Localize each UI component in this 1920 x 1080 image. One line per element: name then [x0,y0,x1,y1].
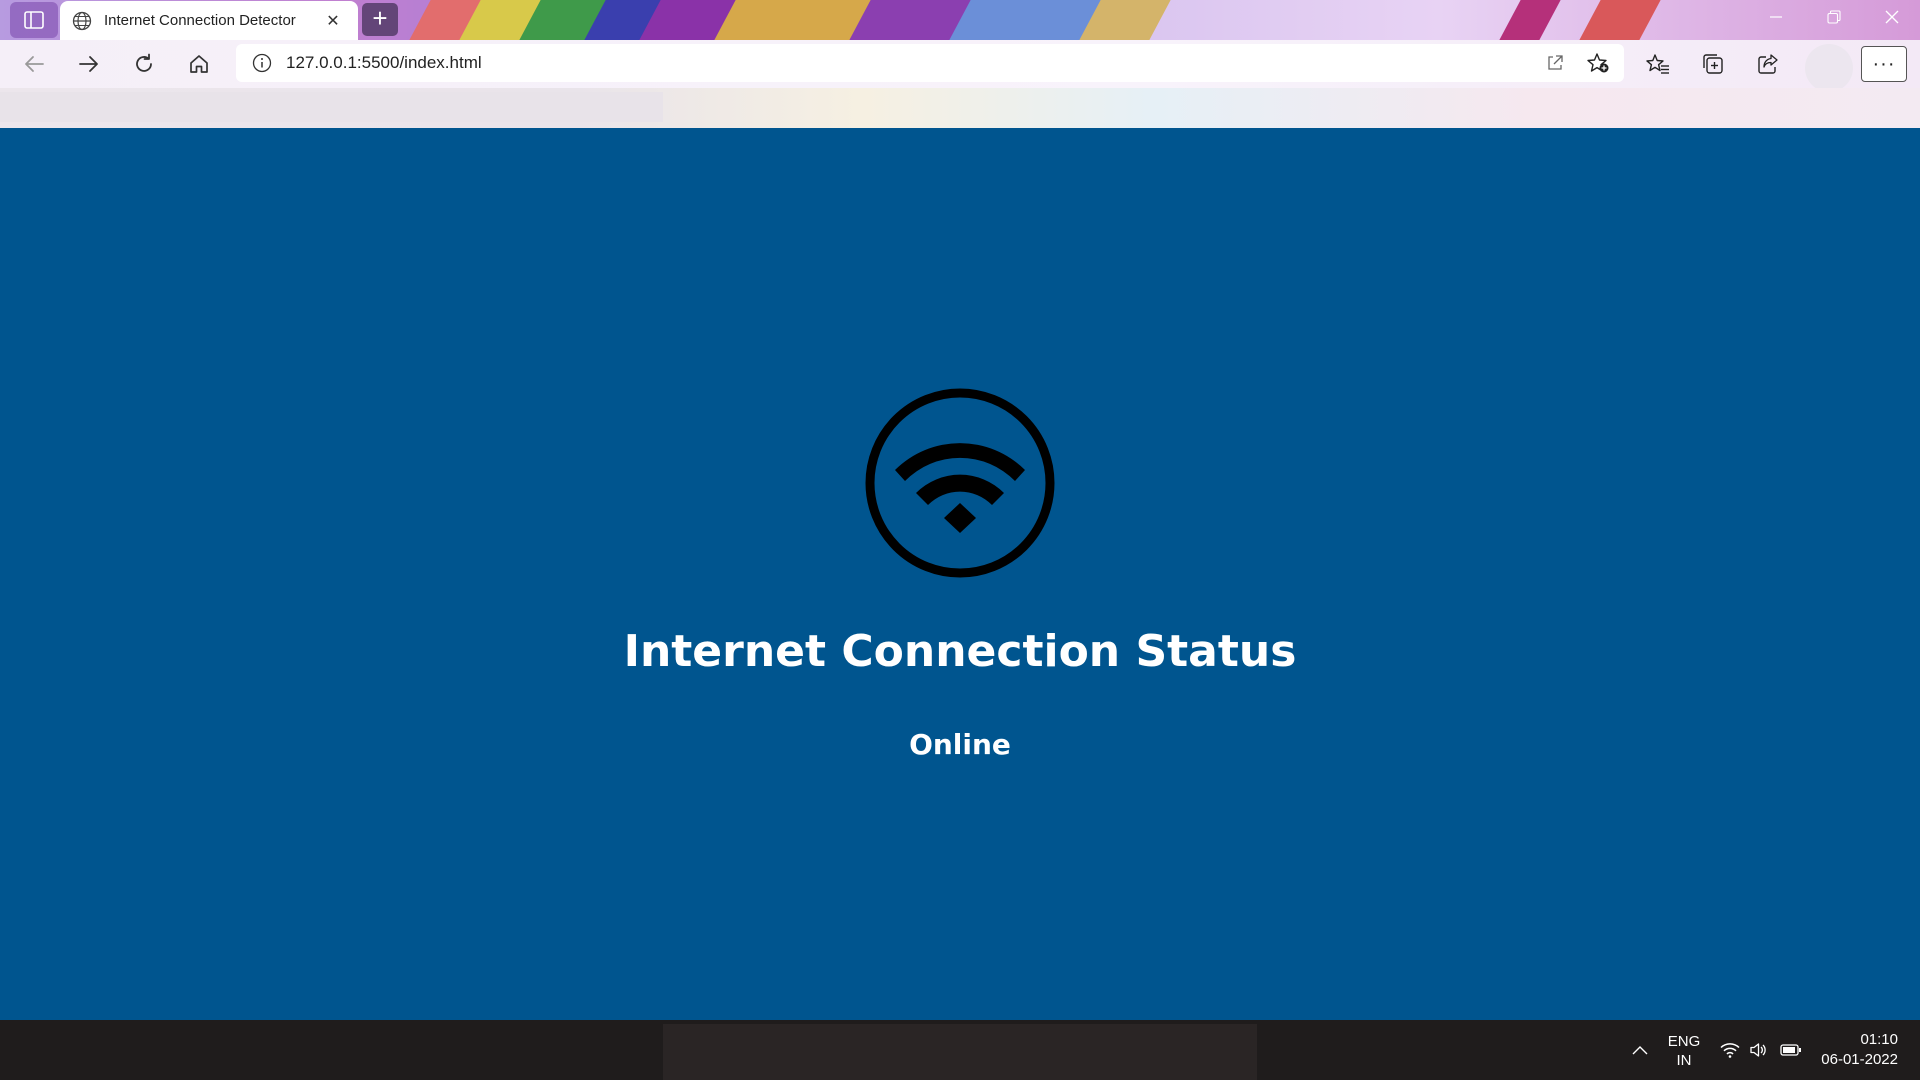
tab-title: Internet Connection Detector [104,12,296,29]
page-title: Internet Connection Status [623,626,1297,677]
home-button[interactable] [179,46,219,82]
forward-arrow-icon [79,56,98,72]
favorites-button[interactable] [1638,46,1678,82]
globe-icon [72,11,92,30]
battery-icon [1780,1044,1801,1056]
close-icon [1885,10,1899,24]
show-hidden-icons-button[interactable] [1628,1040,1652,1060]
page-content: Internet Connection Status Online [0,128,1920,1020]
collections-button[interactable] [1693,46,1733,82]
language-indicator[interactable]: ENG IN [1662,1032,1706,1070]
settings-more-button[interactable]: ··· [1861,46,1907,82]
refresh-button[interactable] [124,46,164,82]
open-in-app-icon[interactable] [1546,54,1564,72]
address-url[interactable]: 127.0.0.1:5500/index.html [286,53,482,73]
wallpaper-stripe [1568,0,1672,40]
share-button[interactable] [1748,46,1788,82]
speaker-icon [1750,1043,1766,1057]
restore-button[interactable] [1814,6,1854,34]
volume-tray-button[interactable] [1746,1040,1770,1060]
wifi-tray-icon [1720,1043,1740,1058]
add-favorite-icon[interactable] [1586,52,1610,74]
network-tray-button[interactable] [1718,1040,1742,1060]
favorites-icon [1646,54,1669,74]
browser-tab[interactable]: Internet Connection Detector ✕ [60,1,358,40]
profile-avatar[interactable] [1805,44,1853,92]
close-tab-icon[interactable]: ✕ [322,11,344,31]
tab-actions-button[interactable] [10,2,58,38]
back-button[interactable] [14,46,54,82]
collections-icon [1703,54,1723,74]
clock-date: 06-01-2022 [1821,1051,1898,1068]
language-code: ENG [1667,1033,1701,1050]
clock-time: 01:10 [1860,1031,1898,1048]
tab-actions-icon [24,11,44,29]
minimize-button[interactable] [1756,6,1796,34]
home-icon [190,55,208,73]
new-tab-button[interactable]: + [362,3,398,36]
address-bar[interactable]: 127.0.0.1:5500/index.html [236,44,1624,82]
minimize-icon [1770,16,1782,18]
wifi-icon [865,388,1055,578]
chevron-up-icon [1632,1046,1648,1055]
taskbar-apps-area [663,1024,1257,1080]
refresh-icon [136,53,152,72]
browser-toolbar: 127.0.0.1:5500/index.html ··· [0,40,1920,92]
taskbar: ENG IN 01:10 06-01-2022 [0,1020,1920,1080]
wallpaper-stripe [1488,0,1572,40]
forward-button[interactable] [69,46,109,82]
title-bar: Internet Connection Detector ✕ + [0,0,1920,40]
close-window-button[interactable] [1872,6,1912,34]
info-icon[interactable] [252,53,272,73]
favorites-bar-area [0,92,663,122]
region-code: IN [1676,1052,1692,1069]
favorites-bar [0,88,1920,128]
restore-icon [1827,10,1841,24]
system-clock[interactable]: 01:10 06-01-2022 [1800,1030,1898,1070]
connection-status: Online [909,728,1011,761]
back-arrow-icon [25,56,44,72]
share-icon [1758,54,1778,74]
